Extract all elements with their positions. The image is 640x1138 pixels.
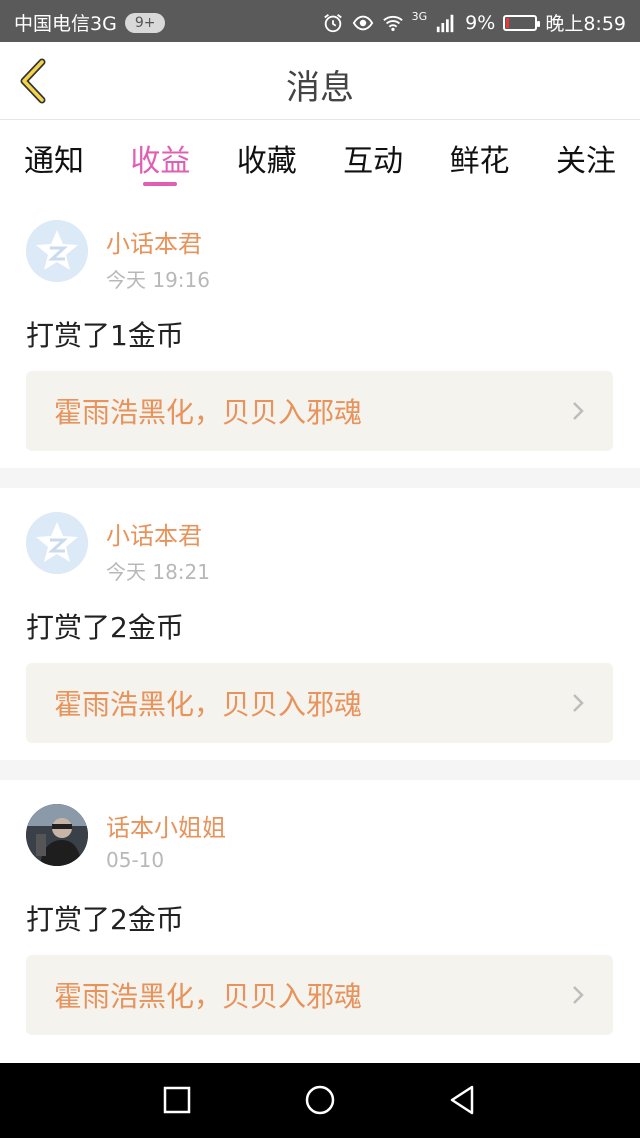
divider bbox=[0, 468, 640, 488]
message-text: 打赏了1金币 bbox=[26, 319, 184, 352]
signal-icon bbox=[437, 14, 454, 32]
chevron-right-icon bbox=[573, 694, 584, 712]
eye-icon bbox=[352, 15, 373, 30]
story-link[interactable]: 霍雨浩黑化，贝贝入邪魂 bbox=[26, 371, 613, 451]
username[interactable]: 小话本君 bbox=[106, 516, 202, 551]
message-time: 今天 19:16 bbox=[106, 268, 210, 292]
system-nav-bar bbox=[0, 1063, 640, 1138]
tab-earnings[interactable]: 收益 bbox=[130, 120, 190, 196]
default-avatar-icon bbox=[26, 220, 88, 282]
battery-percent: 9% bbox=[465, 11, 496, 34]
divider bbox=[0, 760, 640, 780]
status-bar: 中国电信3G 9+ 3G 9% 晚上8:59 bbox=[0, 0, 640, 42]
chevron-right-icon bbox=[573, 986, 584, 1004]
clock: 晚上8:59 bbox=[545, 13, 626, 35]
story-title: 霍雨浩黑化，贝贝入邪魂 bbox=[54, 688, 363, 721]
notification-badge: 9+ bbox=[124, 12, 166, 33]
photo-avatar-image bbox=[26, 804, 88, 866]
story-title: 霍雨浩黑化，贝贝入邪魂 bbox=[54, 980, 363, 1013]
wifi-icon bbox=[382, 15, 403, 31]
default-avatar[interactable] bbox=[26, 220, 88, 282]
tab-flowers[interactable]: 鲜花 bbox=[450, 120, 510, 196]
carrier-label: 中国电信3G bbox=[14, 13, 117, 35]
message-text: 打赏了2金币 bbox=[26, 611, 184, 644]
default-avatar-icon bbox=[26, 512, 88, 574]
default-avatar[interactable] bbox=[26, 512, 88, 574]
tab-following[interactable]: 关注 bbox=[556, 120, 616, 196]
message-list: 小话本君 今天 19:16 打赏了1金币 霍雨浩黑化，贝贝入邪魂 小话本君 今天… bbox=[0, 196, 640, 1052]
message-time: 05-10 bbox=[106, 848, 165, 872]
user-avatar[interactable] bbox=[26, 804, 88, 866]
recent-apps-icon[interactable] bbox=[160, 1083, 194, 1117]
back-triangle-icon[interactable] bbox=[446, 1083, 480, 1117]
username[interactable]: 小话本君 bbox=[106, 224, 202, 259]
message-time: 今天 18:21 bbox=[106, 560, 210, 584]
tab-favorites[interactable]: 收藏 bbox=[237, 120, 297, 196]
alarm-icon bbox=[323, 13, 342, 32]
message-card: 话本小姐姐 05-10 打赏了2金币 霍雨浩黑化，贝贝入邪魂 bbox=[0, 780, 640, 1052]
home-icon[interactable] bbox=[303, 1083, 337, 1117]
message-card: 小话本君 今天 19:16 打赏了1金币 霍雨浩黑化，贝贝入邪魂 bbox=[0, 196, 640, 468]
username[interactable]: 话本小姐姐 bbox=[106, 808, 226, 843]
battery-fill bbox=[506, 17, 510, 28]
app-header: 消息 bbox=[0, 42, 640, 120]
tab-notifications[interactable]: 通知 bbox=[24, 120, 84, 196]
story-title: 霍雨浩黑化，贝贝入邪魂 bbox=[54, 396, 363, 429]
tab-bar: 通知 收益 收藏 互动 鲜花 关注 bbox=[0, 120, 640, 196]
network-type-label: 3G bbox=[411, 10, 428, 23]
page-title: 消息 bbox=[286, 68, 354, 108]
message-card: 小话本君 今天 18:21 打赏了2金币 霍雨浩黑化，贝贝入邪魂 bbox=[0, 488, 640, 760]
battery-icon bbox=[503, 14, 541, 31]
message-text: 打赏了2金币 bbox=[26, 903, 184, 936]
tab-interactions[interactable]: 互动 bbox=[343, 120, 403, 196]
chevron-right-icon bbox=[573, 402, 584, 420]
story-link[interactable]: 霍雨浩黑化，贝贝入邪魂 bbox=[26, 663, 613, 743]
story-link[interactable]: 霍雨浩黑化，贝贝入邪魂 bbox=[26, 955, 613, 1035]
